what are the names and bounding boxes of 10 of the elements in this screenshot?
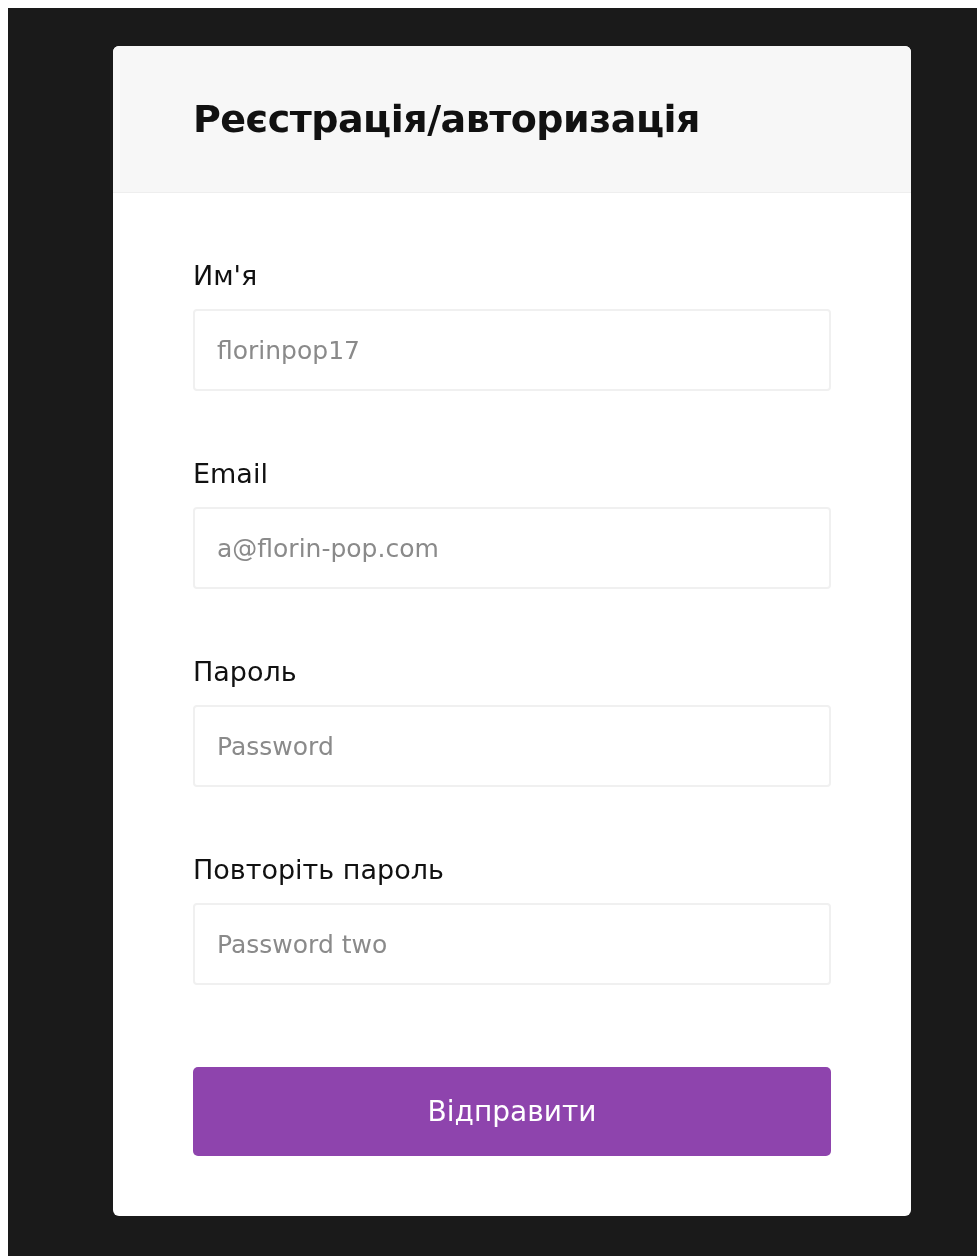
field-label: Повторіть пароль <box>193 853 445 887</box>
field-label: Email <box>193 457 269 491</box>
submit-button[interactable]: Відправити <box>193 1067 831 1156</box>
input-field[interactable]: a@florin-pop.com <box>193 507 831 589</box>
field-label: Пароль <box>193 655 298 689</box>
form-title: Реєстрація/авторизація <box>193 97 700 141</box>
input-field[interactable]: Password <box>193 705 831 787</box>
input-field[interactable]: Password two <box>193 903 831 985</box>
field-label: Им'я <box>193 259 259 293</box>
input-field[interactable]: florinpop17 <box>193 309 831 391</box>
